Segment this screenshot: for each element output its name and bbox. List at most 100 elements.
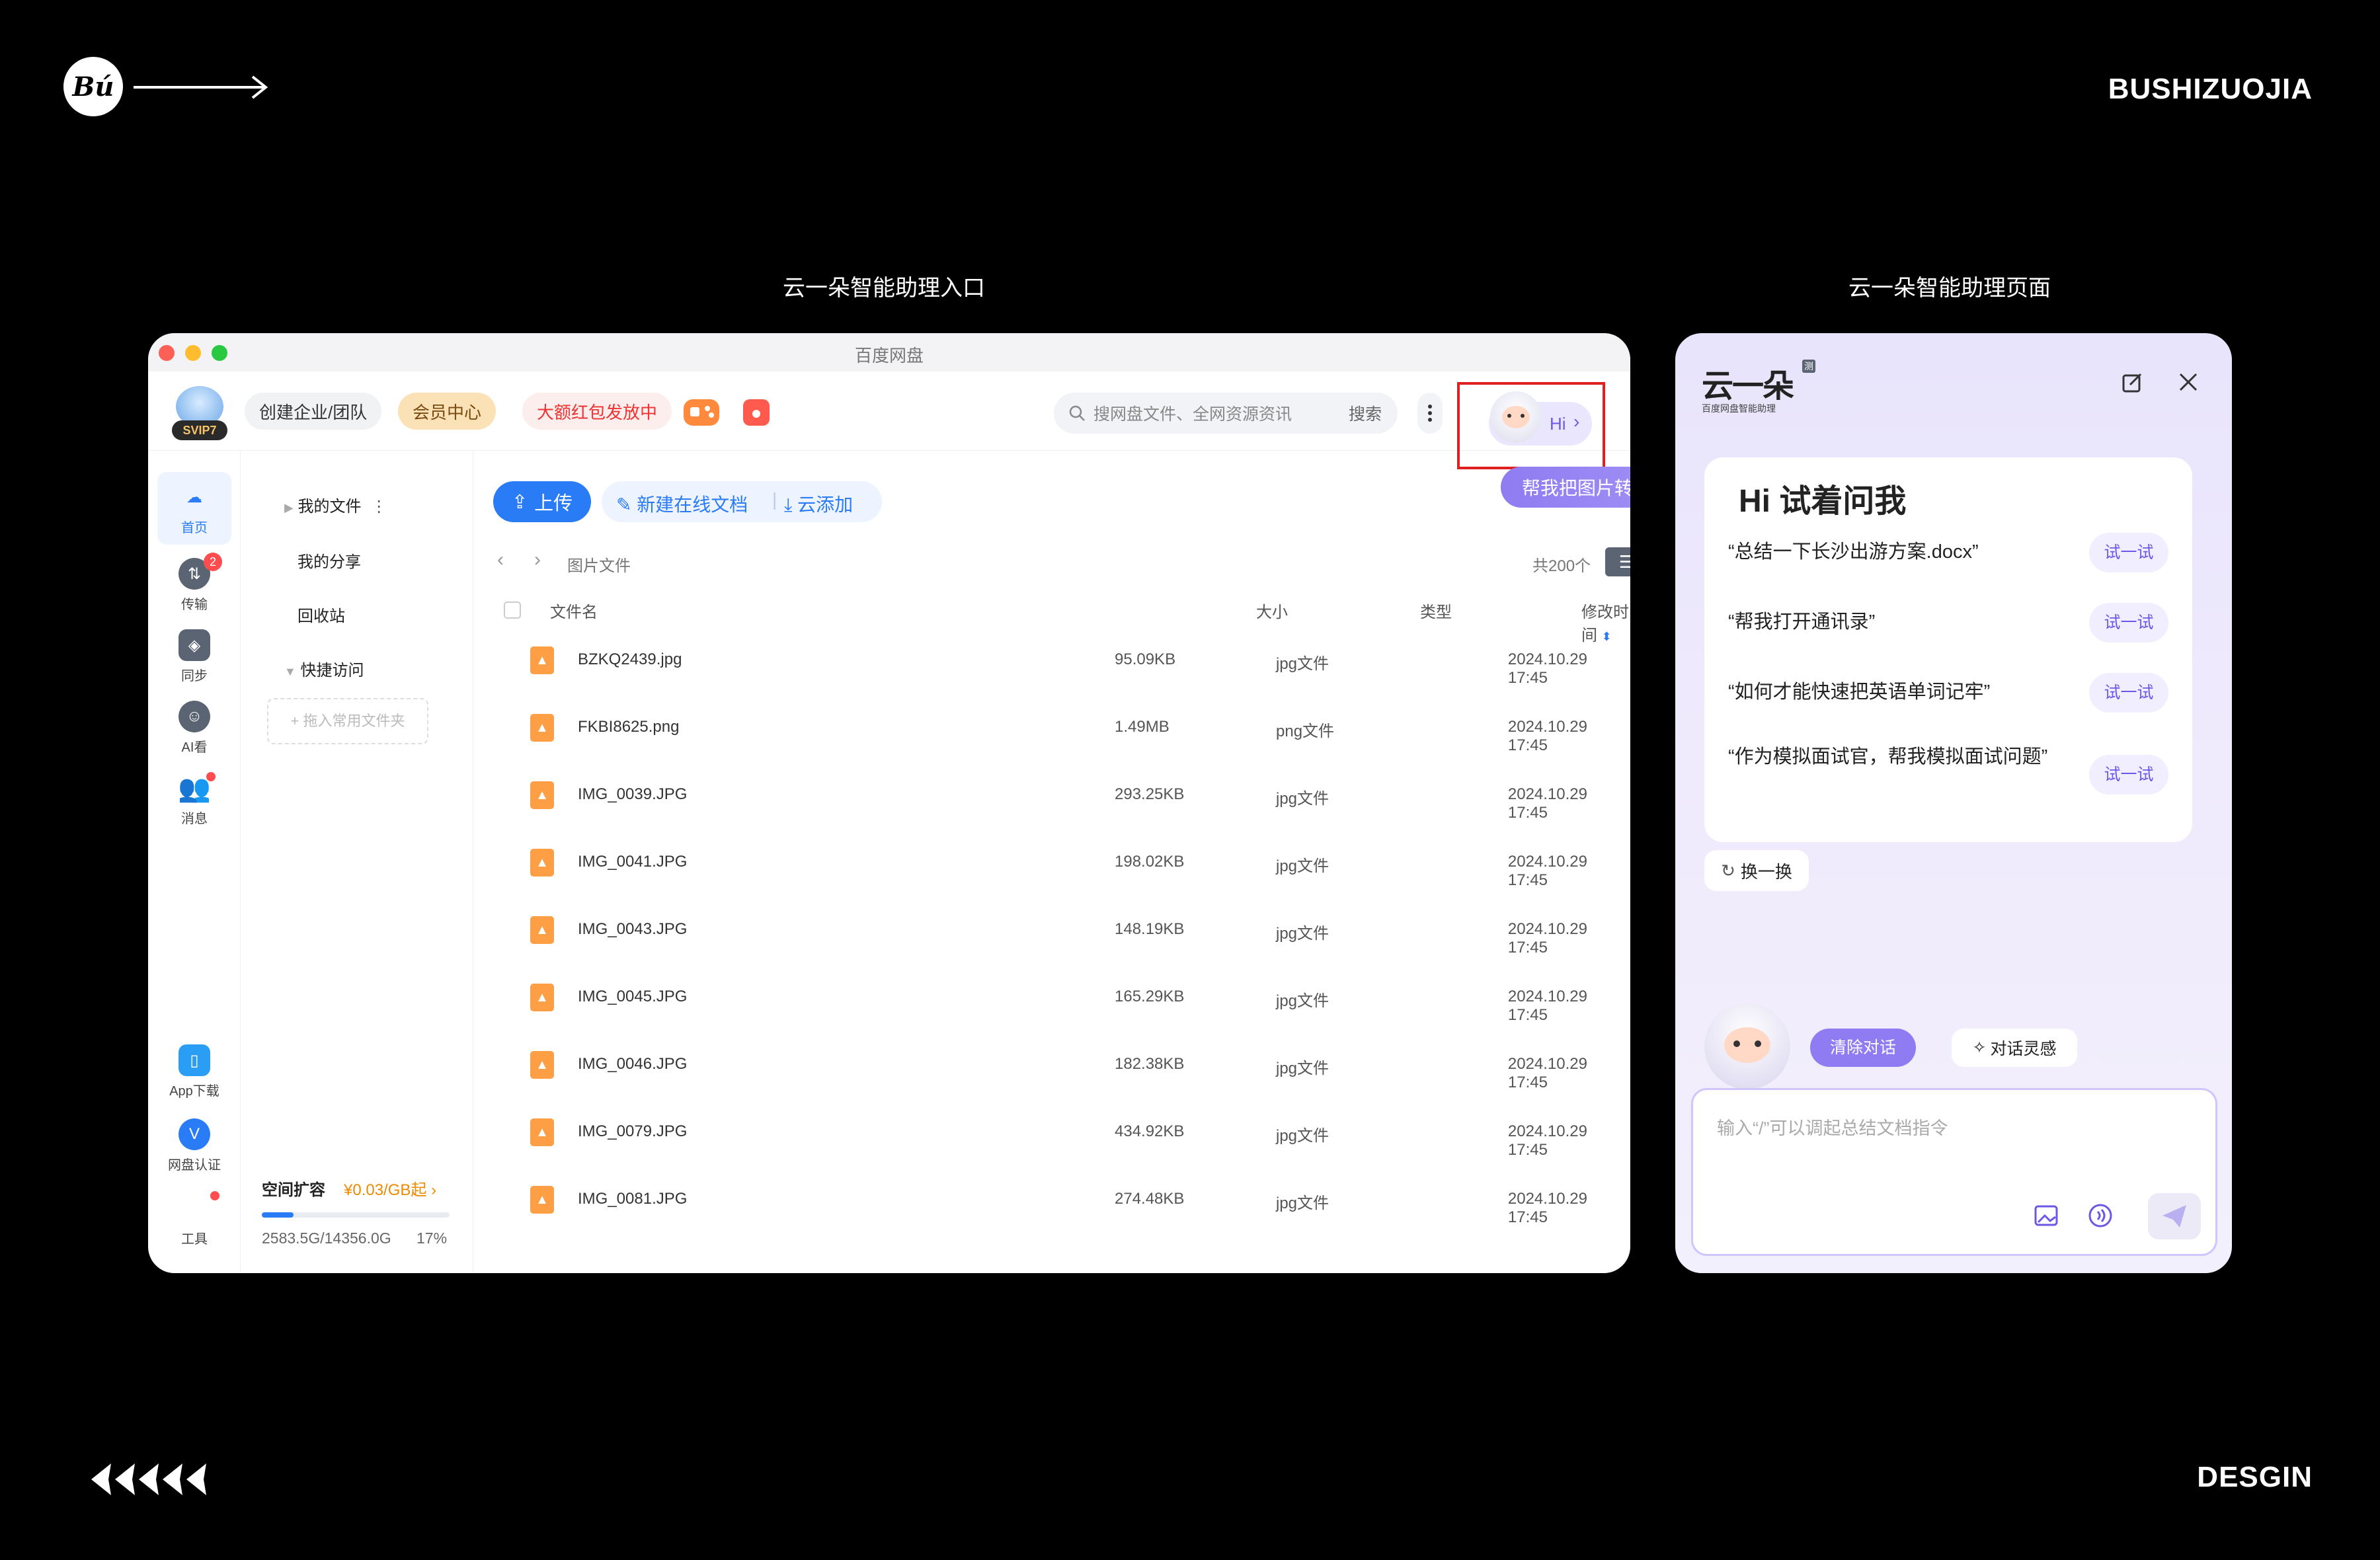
file-name[interactable]: FKBI8625.png bbox=[578, 718, 679, 736]
red-packet-button[interactable]: 大额红包发放中 bbox=[522, 393, 672, 430]
message-icon: 👥 bbox=[178, 773, 211, 803]
file-modified: 2024.10.29 17:45 bbox=[1507, 785, 1587, 822]
file-type: jpg文件 bbox=[1276, 992, 1329, 1010]
folder-tree: ▶ 我的文件 ⋮ 我的分享 回收站 ▼ 快捷访问 + 拖入常用文件夹 空间扩容 … bbox=[241, 451, 473, 1273]
send-button[interactable] bbox=[2148, 1193, 2201, 1239]
file-size: 434.92KB bbox=[1115, 1122, 1185, 1140]
file-type: jpg文件 bbox=[1276, 1194, 1329, 1212]
more-menu-button[interactable] bbox=[1417, 393, 1443, 434]
nav-app-download[interactable]: ▯ App下载 bbox=[148, 1044, 241, 1099]
file-modified: 2024.10.29 17:45 bbox=[1507, 988, 1587, 1024]
nav-ai-look-label: AI看 bbox=[181, 740, 208, 755]
file-size: 148.19KB bbox=[1115, 920, 1185, 938]
red-app-icon[interactable] bbox=[743, 399, 770, 426]
chevron-right-icon: › bbox=[1573, 411, 1580, 432]
nav-tools[interactable]: 工具 bbox=[148, 1191, 241, 1247]
file-modified: 2024.10.29 17:45 bbox=[1507, 853, 1587, 889]
file-modified: 2024.10.29 17:45 bbox=[1507, 1190, 1587, 1226]
file-name[interactable]: IMG_0046.JPG bbox=[578, 1055, 687, 1073]
select-all-checkbox[interactable] bbox=[504, 602, 521, 619]
more-dots-icon[interactable]: ⋮ bbox=[371, 498, 387, 516]
try-button[interactable]: 试一试 bbox=[2089, 673, 2168, 713]
file-name[interactable]: IMG_0039.JPG bbox=[578, 785, 687, 804]
clear-chat-button[interactable]: 清除对话 bbox=[1810, 1029, 1916, 1067]
caption-entry: 云一朵智能助理入口 bbox=[783, 276, 985, 301]
image-file-icon: ▲ bbox=[530, 1186, 554, 1214]
phone-icon: ▯ bbox=[178, 1044, 210, 1076]
search-input[interactable]: 搜网盘文件、全网资源资讯 bbox=[1093, 401, 1292, 425]
table-row[interactable]: ▲ BZKQ2439.jpg 95.09KB jpg文件 2024.10.29 17:4… bbox=[473, 627, 1630, 694]
table-row[interactable]: ▲ IMG_0043.JPG 148.19KB jpg文件 2024.10.29 17:… bbox=[473, 896, 1630, 964]
voice-icon[interactable] bbox=[2087, 1202, 2114, 1229]
table-row[interactable]: ▲ IMG_0039.JPG 293.25KB jpg文件 2024.10.29 17:… bbox=[473, 761, 1630, 829]
try-button[interactable]: 试一试 bbox=[2089, 755, 2168, 795]
column-name[interactable]: 文件名 bbox=[550, 599, 598, 622]
nav-verify[interactable]: V 网盘认证 bbox=[148, 1118, 241, 1173]
nav-transfer[interactable]: ⇅ 传输 2 bbox=[148, 553, 241, 613]
new-chat-icon[interactable] bbox=[2121, 370, 2145, 394]
table-row[interactable]: ▲ IMG_0041.JPG 198.02KB jpg文件 2024.10.29 17:… bbox=[473, 829, 1630, 896]
quick-access-drop-zone[interactable]: + 拖入常用文件夹 bbox=[267, 698, 428, 744]
breadcrumb[interactable]: 图片文件 bbox=[567, 553, 631, 576]
table-row[interactable]: ▲ IMG_0045.JPG 165.29KB jpg文件 2024.10.29 17:… bbox=[473, 964, 1630, 1031]
refresh-suggestions-button[interactable]: ↻ 换一换 bbox=[1704, 850, 1809, 891]
image-file-icon: ▲ bbox=[530, 984, 554, 1011]
game-icon[interactable] bbox=[684, 399, 719, 426]
nav-sync[interactable]: ◈ 同步 bbox=[148, 629, 241, 684]
image-upload-icon[interactable] bbox=[2033, 1202, 2059, 1229]
tree-my-share[interactable]: 我的分享 bbox=[298, 549, 361, 572]
suggestion-chip-label: 帮我把图片转成Word bbox=[1522, 478, 1630, 498]
inspiration-button[interactable]: ✧ 对话灵感 bbox=[1952, 1029, 2077, 1067]
close-icon[interactable] bbox=[2178, 371, 2199, 393]
storage-progress-track bbox=[262, 1212, 450, 1218]
file-name[interactable]: IMG_0079.JPG bbox=[578, 1122, 687, 1141]
table-row[interactable]: ▲ IMG_0081.JPG 274.48KB jpg文件 2024.10.29 17:… bbox=[473, 1166, 1630, 1233]
file-name[interactable]: IMG_0081.JPG bbox=[578, 1190, 687, 1208]
ai-look-icon: ☺ bbox=[178, 701, 210, 732]
cloud-add-button[interactable]: ⤓ 云添加 bbox=[784, 490, 853, 517]
list-view-icon[interactable]: ☰ bbox=[1605, 547, 1630, 576]
caret-right-icon: ▶ bbox=[284, 501, 294, 514]
file-name[interactable]: IMG_0045.JPG bbox=[578, 988, 687, 1006]
nav-tools-label: 工具 bbox=[181, 1232, 208, 1247]
upload-button[interactable]: ⇪ 上传 bbox=[493, 481, 591, 522]
edit-doc-icon: ✎ bbox=[616, 494, 632, 515]
tree-my-files[interactable]: ▶ 我的文件 ⋮ bbox=[284, 493, 387, 516]
tree-recycle[interactable]: 回收站 bbox=[298, 603, 345, 626]
tree-quick-access[interactable]: ▼ 快捷访问 bbox=[284, 657, 364, 680]
prompt-text: “总结一下长沙出游方案.docx” bbox=[1728, 541, 1979, 563]
try-button[interactable]: 试一试 bbox=[2089, 603, 2168, 643]
forward-arrow-icon[interactable]: › bbox=[534, 549, 541, 571]
nav-home[interactable]: ☁ 首页 bbox=[157, 472, 231, 545]
caret-down-icon: ▼ bbox=[284, 665, 296, 678]
search-box[interactable]: 搜网盘文件、全网资源资讯 搜索 bbox=[1054, 393, 1398, 434]
table-row[interactable]: ▲ IMG_0046.JPG 182.38KB jpg文件 2024.10.29 17:… bbox=[473, 1031, 1630, 1099]
create-team-button[interactable]: 创建企业/团队 bbox=[245, 393, 382, 430]
table-row[interactable]: ▲ IMG_0079.JPG 434.92KB jpg文件 2024.10.29 17:… bbox=[473, 1099, 1630, 1166]
arrow-right-icon bbox=[134, 75, 268, 99]
file-modified: 2024.10.29 17:45 bbox=[1507, 920, 1587, 956]
user-avatar[interactable]: SVIP7 bbox=[172, 386, 227, 442]
search-button[interactable]: 搜索 bbox=[1349, 401, 1382, 425]
nav-ai-look[interactable]: ☺ AI看 bbox=[148, 701, 241, 756]
file-type: jpg文件 bbox=[1276, 925, 1329, 943]
vip-center-button[interactable]: 会员中心 bbox=[398, 393, 496, 430]
try-button[interactable]: 试一试 bbox=[2089, 533, 2168, 572]
table-row[interactable]: ▲ FKBI8625.png 1.49MB png文件 2024.10.29 17:45 bbox=[473, 694, 1630, 761]
file-name[interactable]: IMG_0041.JPG bbox=[578, 853, 687, 871]
column-size[interactable]: 大小 bbox=[1256, 599, 1288, 622]
cloud-add-label: 云添加 bbox=[797, 494, 853, 515]
chat-input[interactable]: 输入“/”可以调起总结文档指令 bbox=[1717, 1114, 1948, 1140]
storage-price-link[interactable]: ¥0.03/GB起 › bbox=[344, 1177, 436, 1200]
column-type[interactable]: 类型 bbox=[1420, 599, 1452, 622]
hi-label: Hi bbox=[1550, 414, 1566, 434]
assistant-suggestion-chip[interactable]: 帮我把图片转成Word × bbox=[1501, 467, 1630, 508]
file-name[interactable]: IMG_0043.JPG bbox=[578, 920, 687, 939]
nav-message[interactable]: 👥 消息 bbox=[148, 772, 241, 827]
file-name[interactable]: BZKQ2439.jpg bbox=[578, 650, 682, 669]
new-doc-button[interactable]: ✎ 新建在线文档 bbox=[616, 490, 748, 517]
back-arrow-icon[interactable]: ‹ bbox=[497, 549, 504, 571]
file-size: 198.02KB bbox=[1115, 853, 1185, 871]
left-nav: ☁ 首页 ⇅ 传输 2 ◈ 同步 ☺ AI看 👥 消息 ▯ App下载 V 网盘… bbox=[148, 451, 241, 1273]
chat-input-box[interactable]: 输入“/”可以调起总结文档指令 bbox=[1691, 1088, 2217, 1256]
